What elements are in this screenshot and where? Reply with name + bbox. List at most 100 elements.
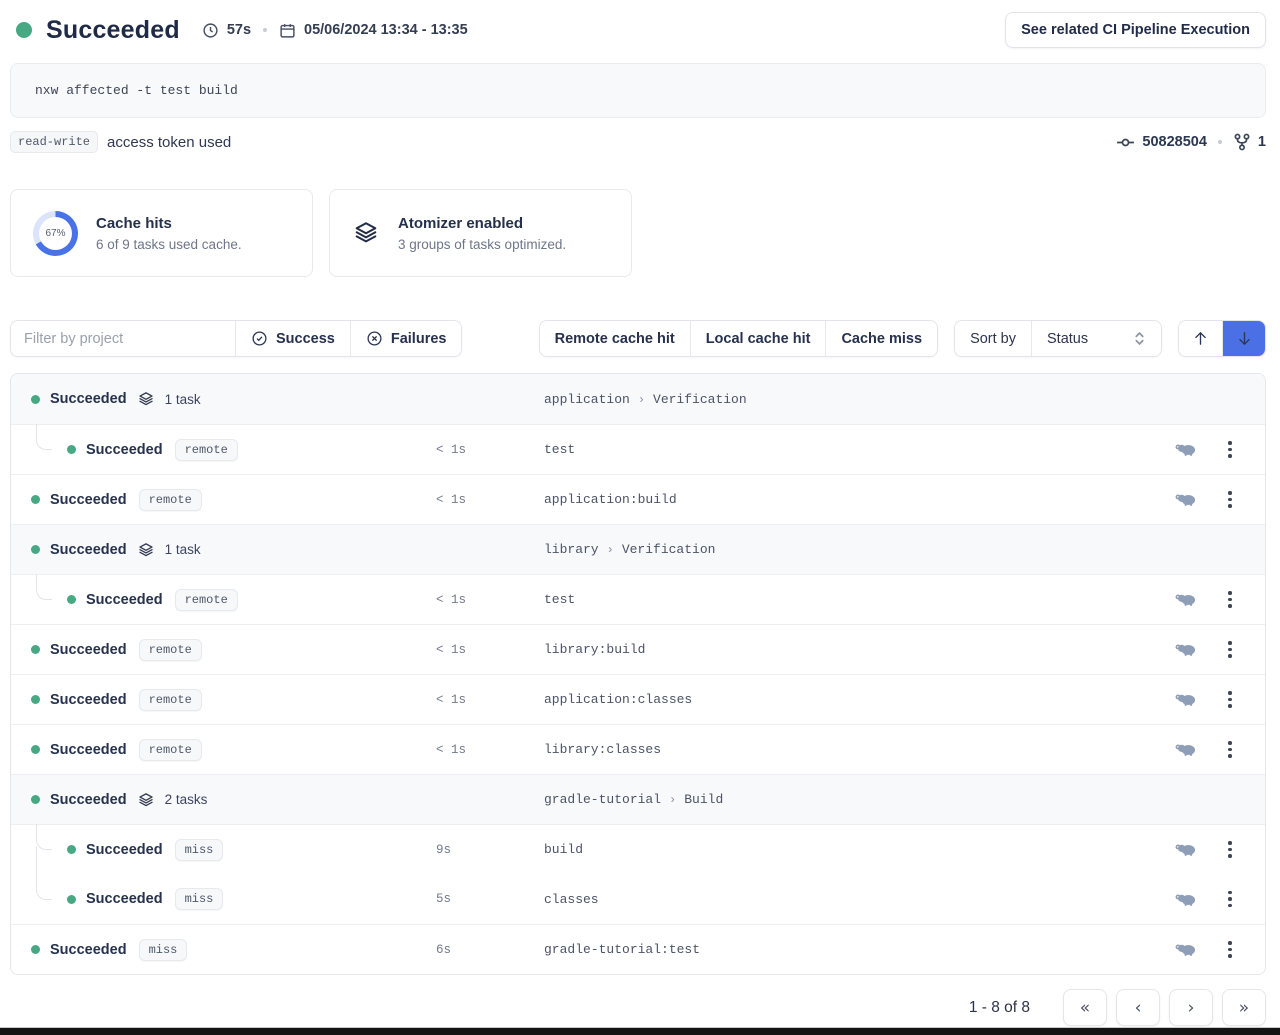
see-related-pipeline-button[interactable]: See related CI Pipeline Execution: [1005, 12, 1266, 48]
last-page-button[interactable]: »: [1222, 989, 1266, 1026]
gradle-icon[interactable]: [1161, 442, 1209, 457]
vcs-info: 50828504 1: [1116, 133, 1266, 151]
cache-card-text: Cache hits 6 of 9 tasks used cache.: [96, 215, 242, 252]
row-menu-button[interactable]: [1209, 687, 1251, 712]
row-menu-button[interactable]: [1209, 937, 1251, 962]
card-subtitle: 6 of 9 tasks used cache.: [96, 237, 242, 252]
kebab-icon: [1224, 837, 1236, 862]
tree-connector: [36, 874, 57, 924]
task-row[interactable]: Succeededremote< 1sapplication:build: [11, 474, 1265, 524]
run-header: Succeeded 57s 05/06/2024 13:34 - 13:35 S…: [10, 12, 1266, 48]
row-menu-button[interactable]: [1209, 487, 1251, 512]
row-status-cell: Succeeded1 task: [31, 525, 436, 574]
row-menu-button[interactable]: [1209, 587, 1251, 612]
row-menu-button[interactable]: [1209, 887, 1251, 912]
kebab-icon: [1224, 887, 1236, 912]
success-label: Success: [276, 331, 335, 347]
remote-cache-hit-button[interactable]: Remote cache hit: [540, 321, 690, 356]
pagination-range: 1 - 8 of 8: [969, 999, 1030, 1017]
task-row[interactable]: Succeededremote< 1sapplication:classes: [11, 674, 1265, 724]
task-list: Succeeded1 taskapplication›VerificationS…: [10, 373, 1266, 975]
row-status-cell: Succeededremote: [31, 625, 436, 674]
gradle-icon[interactable]: [1161, 842, 1209, 857]
sort-group: Sort by Status: [954, 320, 1162, 357]
row-status-cell: Succeededremote: [31, 725, 436, 774]
check-circle-icon: [251, 330, 268, 347]
sort-descending-button[interactable]: [1222, 321, 1265, 356]
status-dot: [67, 845, 76, 854]
gradle-icon[interactable]: [1161, 692, 1209, 707]
toolbar-right: Remote cache hit Local cache hit Cache m…: [539, 320, 1266, 357]
gradle-icon[interactable]: [1161, 492, 1209, 507]
row-status-cell: Succeeded1 task: [31, 374, 436, 424]
filter-by-project-input[interactable]: [11, 321, 235, 356]
task-row[interactable]: Succeededremote< 1slibrary:classes: [11, 724, 1265, 774]
task-group-row[interactable]: Succeeded1 task application›Verification: [11, 374, 1265, 424]
chevron-right-icon: ›: [638, 393, 645, 407]
task-row[interactable]: Succeededmiss9sbuild: [11, 824, 1265, 874]
gradle-icon[interactable]: [1161, 642, 1209, 657]
layers-icon: [137, 791, 155, 809]
kebab-icon: [1224, 587, 1236, 612]
gradle-icon[interactable]: [1161, 592, 1209, 607]
sort-status-select[interactable]: Status: [1031, 321, 1161, 356]
cache-status-badge: remote: [175, 589, 238, 611]
row-status-cell: Succeededremote: [31, 425, 436, 474]
row-status-cell: Succeededmiss: [31, 925, 436, 974]
gradle-icon[interactable]: [1161, 942, 1209, 957]
status-dot: [31, 695, 40, 704]
task-group-row[interactable]: Succeeded1 tasklibrary›Verification: [11, 524, 1265, 574]
access-token-badge: read-write: [10, 131, 98, 153]
cache-hits-card[interactable]: 67% Cache hits 6 of 9 tasks used cache.: [10, 189, 313, 277]
branch-count[interactable]: 1: [1258, 134, 1266, 150]
row-menu-button[interactable]: [1209, 437, 1251, 462]
atomizer-card[interactable]: Atomizer enabled 3 groups of tasks optim…: [329, 189, 632, 277]
status-label: Succeeded: [86, 891, 163, 907]
task-row[interactable]: Succeededremote< 1slibrary:build: [11, 624, 1265, 674]
status-label: Succeeded: [50, 391, 127, 407]
card-subtitle: 3 groups of tasks optimized.: [398, 237, 566, 252]
branch-icon: [1233, 133, 1251, 151]
task-row[interactable]: Succeededremote< 1stest: [11, 574, 1265, 624]
atomizer-card-text: Atomizer enabled 3 groups of tasks optim…: [398, 215, 566, 252]
task-name: gradle-tutorial›Build: [544, 792, 1161, 807]
task-name: gradle-tutorial:test: [544, 942, 1161, 957]
prev-page-button[interactable]: ‹: [1116, 989, 1160, 1026]
cache-status-badge: miss: [175, 839, 224, 861]
arrow-up-icon: [1192, 330, 1209, 347]
task-name: application›Verification: [544, 392, 1161, 407]
row-menu-button[interactable]: [1209, 737, 1251, 762]
cache-status-badge: miss: [175, 888, 224, 910]
card-title: Atomizer enabled: [398, 215, 566, 232]
cache-miss-button[interactable]: Cache miss: [825, 321, 937, 356]
row-menu-button[interactable]: [1209, 637, 1251, 662]
arrow-down-icon: [1236, 330, 1253, 347]
task-row[interactable]: Succeededmiss6sgradle-tutorial:test: [11, 924, 1265, 974]
task-name: application:classes: [544, 692, 1161, 707]
kebab-icon: [1224, 487, 1236, 512]
tree-connector: [36, 425, 57, 474]
status-label: Succeeded: [50, 692, 127, 708]
chevron-right-icon: ›: [607, 543, 614, 557]
task-duration: 5s: [436, 892, 544, 906]
gradle-icon[interactable]: [1161, 892, 1209, 907]
sort-ascending-button[interactable]: [1179, 321, 1222, 356]
layers-icon: [352, 219, 380, 247]
kebab-icon: [1224, 437, 1236, 462]
gradle-icon[interactable]: [1161, 742, 1209, 757]
next-page-button[interactable]: ›: [1169, 989, 1213, 1026]
task-row[interactable]: Succeededremote< 1stest: [11, 424, 1265, 474]
commit-sha[interactable]: 50828504: [1142, 134, 1207, 150]
row-menu-button[interactable]: [1209, 837, 1251, 862]
pagination: 1 - 8 of 8 « ‹ › »: [10, 989, 1266, 1026]
chevron-updown-icon: [1133, 331, 1146, 346]
task-row[interactable]: Succeededmiss5sclasses: [11, 874, 1265, 924]
first-page-button[interactable]: «: [1063, 989, 1107, 1026]
success-filter-button[interactable]: Success: [235, 321, 350, 356]
cache-status-badge: remote: [139, 489, 202, 511]
cache-percent-label: 67%: [33, 211, 78, 256]
task-count: 2 tasks: [165, 792, 208, 807]
failures-filter-button[interactable]: Failures: [350, 321, 462, 356]
task-group-row[interactable]: Succeeded2 tasksgradle-tutorial›Build: [11, 774, 1265, 824]
local-cache-hit-button[interactable]: Local cache hit: [690, 321, 826, 356]
